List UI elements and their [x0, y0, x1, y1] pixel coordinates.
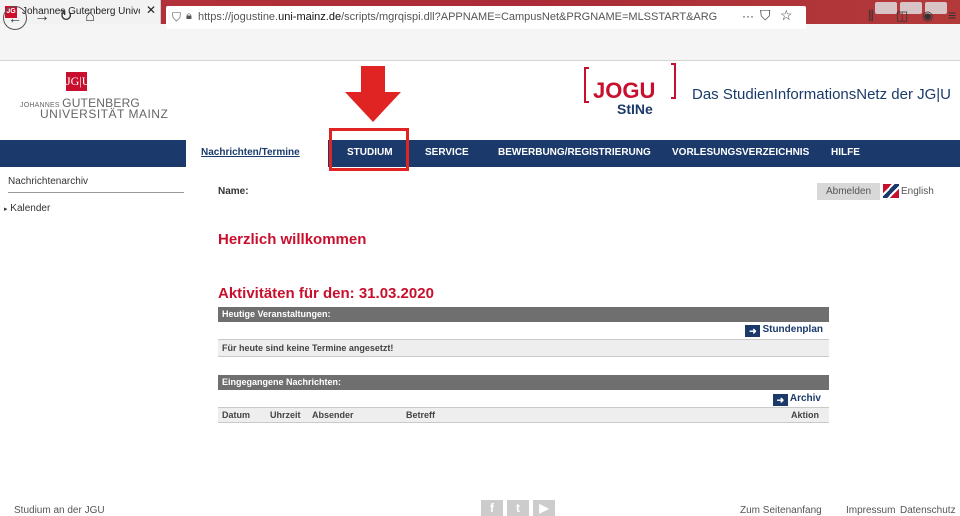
col-betreff: Betreff	[406, 410, 436, 420]
pocket-icon[interactable]: ⛉	[760, 7, 771, 24]
nav-hilfe[interactable]: Hilfe	[831, 147, 860, 158]
archiv-link[interactable]: ➜ Archiv	[772, 393, 821, 406]
social-links: f t ▶	[481, 500, 559, 516]
todays-events-header: Heutige Veranstaltungen:	[218, 307, 829, 322]
back-icon[interactable]: ←	[3, 6, 27, 30]
svg-text:StINe: StINe	[617, 101, 653, 117]
jogu-stine-logo[interactable]: JOGU StINe	[583, 62, 677, 120]
todays-events-box: Heutige Veranstaltungen: ➜ Stundenplan Fü…	[218, 307, 829, 357]
back-to-top-link[interactable]: Zum Seitenanfang	[740, 505, 822, 516]
sidebar-item-kalender[interactable]: ▸ Kalender	[4, 203, 50, 214]
triangle-right-icon: ▸	[4, 206, 8, 213]
jgu-logo-subtext: UNIVERSITÄT MAINZ	[40, 107, 169, 121]
nav-vorlesungsverzeichnis[interactable]: Vorlesungsverzeichnis	[672, 147, 809, 158]
library-icon[interactable]: ⫼	[868, 8, 874, 24]
sidebar-icon[interactable]: ◫	[896, 8, 908, 24]
archive-link-row: ➜ Archiv	[218, 390, 829, 408]
red-arrow-down-icon	[345, 66, 401, 122]
arrow-right-icon: ➜	[745, 325, 761, 337]
home-icon[interactable]: ⌂	[80, 8, 100, 26]
tab-close-icon[interactable]: ✕	[146, 3, 156, 17]
messages-table-header: Datum Uhrzeit Absender Betreff Aktion	[218, 408, 829, 423]
youtube-icon[interactable]: ▶	[533, 500, 555, 516]
account-icon[interactable]: ◉	[922, 8, 933, 24]
datenschutz-link[interactable]: Datenschutz	[900, 505, 956, 516]
col-uhrzeit: Uhrzeit	[270, 410, 301, 420]
site-title: Das StudienInformationsNetz der JG|U	[692, 86, 952, 103]
svg-text:JOGU: JOGU	[593, 78, 655, 103]
messages-header: Eingegangene Nachrichten:	[218, 375, 829, 390]
sidebar-item-nachrichtenarchiv[interactable]: Nachrichtenarchiv	[8, 176, 88, 187]
name-label: Name:	[218, 186, 249, 197]
jgu-logo-mark[interactable]: JG|U	[66, 72, 90, 91]
lock-icon[interactable]: 🔒︎	[186, 10, 192, 23]
reload-icon[interactable]: ↻	[56, 8, 76, 26]
url-text[interactable]: https://jogustine.uni-mainz.de/scripts/m…	[198, 11, 718, 23]
sidebar-item-label: Kalender	[10, 203, 51, 214]
schedule-link-row: ➜ Stundenplan	[218, 322, 829, 340]
forward-icon[interactable]: →	[32, 8, 52, 26]
studium-highlight-box	[329, 128, 409, 171]
impressum-link[interactable]: Impressum	[846, 505, 895, 516]
main-navigation	[0, 140, 960, 167]
welcome-heading: Herzlich willkommen	[218, 231, 367, 248]
nav-nachrichten-termine[interactable]: Nachrichten/Termine	[186, 140, 328, 167]
sidebar-divider	[8, 192, 184, 193]
logout-button[interactable]: Abmelden	[817, 183, 880, 200]
stundenplan-link[interactable]: ➜ Stundenplan	[745, 324, 823, 337]
bookmark-star-icon[interactable]: ☆	[780, 7, 793, 24]
shield-icon[interactable]: ⛉	[172, 10, 181, 25]
no-events-message: Für heute sind keine Termine angesetzt!	[218, 340, 829, 357]
language-switch-link[interactable]: English	[901, 186, 934, 197]
twitter-icon[interactable]: t	[507, 500, 529, 516]
browser-toolbar	[0, 24, 960, 61]
nav-bewerbung-registrierung[interactable]: Bewerbung/Registrierung	[498, 147, 651, 158]
menu-icon[interactable]: ≡	[948, 7, 956, 23]
messages-box: Eingegangene Nachrichten: ➜ Archiv Datum …	[218, 375, 829, 423]
footer-studium-link[interactable]: Studium an der JGU	[14, 505, 105, 516]
arrow-right-icon: ➜	[772, 394, 788, 406]
col-datum: Datum	[222, 410, 251, 420]
window-controls[interactable]	[872, 2, 958, 16]
nav-service[interactable]: Service	[425, 147, 469, 158]
uk-flag-icon[interactable]	[883, 184, 899, 198]
col-aktion: Aktion	[791, 410, 819, 420]
page-actions-icon[interactable]: ···	[742, 9, 754, 23]
facebook-icon[interactable]: f	[481, 500, 503, 516]
activities-heading: Aktivitäten für den: 31.03.2020	[218, 285, 434, 302]
col-absender: Absender	[312, 410, 354, 420]
